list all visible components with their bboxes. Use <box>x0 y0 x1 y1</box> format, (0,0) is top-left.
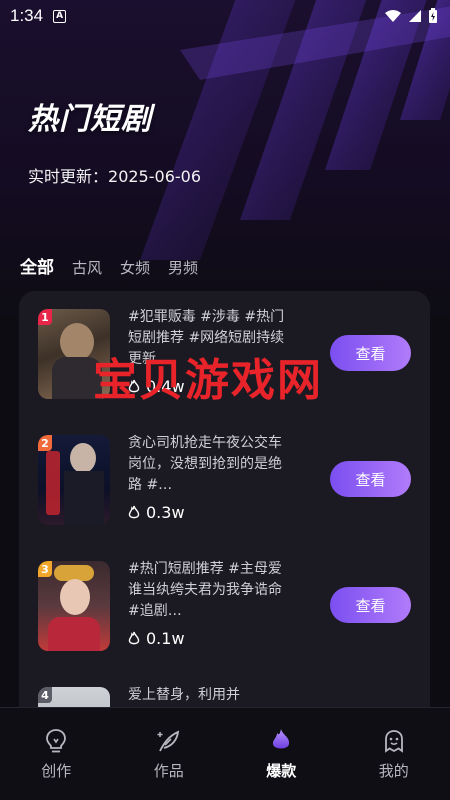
nav-label: 爆款 <box>266 762 297 780</box>
heat-count: 0.3w <box>128 503 185 522</box>
nav-label: 创作 <box>41 762 72 780</box>
page-title: 热门短剧 <box>28 102 152 137</box>
update-label: 实时更新： <box>28 167 109 186</box>
thumbnail-figure <box>64 471 104 525</box>
bulb-icon <box>46 729 67 753</box>
thumbnail-face <box>60 579 90 615</box>
tab-female[interactable]: 女频 <box>120 257 150 278</box>
nav-item-works[interactable]: 作品 <box>113 708 226 800</box>
update-info: 实时更新：2025-06-06 <box>28 163 201 187</box>
category-tabs: 全部 古风 女频 男频 <box>20 253 198 278</box>
list-item[interactable]: 3 #热门短剧推荐 #主母爱谁当纨绔夫君为我争诰命 #追剧… 0.1w 查看 <box>19 543 430 669</box>
nav-item-mine[interactable]: 我的 <box>338 708 450 800</box>
tab-ancient[interactable]: 古风 <box>72 257 102 278</box>
bottom-nav: 创作 作品 爆款 我的 <box>0 707 450 800</box>
status-time: 1:34 <box>10 6 44 25</box>
list-item[interactable]: 2 贪心司机抢走午夜公交车岗位，没想到抢到的是绝路 #… 0.3w 查看 <box>19 417 430 543</box>
view-button[interactable]: 查看 <box>330 461 411 497</box>
rank-badge: 4 <box>38 687 52 703</box>
drama-description: 贪心司机抢走午夜公交车岗位，没想到抢到的是绝路 #… <box>128 435 282 493</box>
rank-badge: 2 <box>38 435 52 451</box>
thumbnail-face <box>70 443 96 473</box>
battery-icon <box>429 8 437 23</box>
app-notification-icon: A <box>53 9 67 23</box>
feather-icon <box>157 730 179 752</box>
rank-badge: 3 <box>38 561 52 577</box>
drama-description: #热门短剧推荐 #主母爱谁当纨绔夫君为我争诰命 #追剧… <box>128 561 282 619</box>
heat-value: 0.1w <box>146 629 185 648</box>
heat-value: 0.3w <box>146 503 185 522</box>
flame-icon <box>273 729 290 749</box>
drama-thumbnail[interactable]: 2 <box>38 435 110 525</box>
thumbnail-figure <box>48 617 100 651</box>
nav-label: 我的 <box>378 762 409 780</box>
view-button[interactable]: 查看 <box>330 587 411 623</box>
stripes-decoration <box>140 0 450 260</box>
heat-count: 0.1w <box>128 629 185 648</box>
nav-item-hot[interactable]: 爆款 <box>225 708 338 800</box>
view-button[interactable]: 查看 <box>330 335 411 371</box>
wifi-icon <box>385 10 401 22</box>
ghost-icon <box>384 730 403 753</box>
signal-icon <box>409 10 421 22</box>
nav-item-create[interactable]: 创作 <box>0 708 113 800</box>
tab-all[interactable]: 全部 <box>20 253 54 278</box>
flame-outline-icon <box>128 631 140 645</box>
thumbnail-face <box>60 323 94 361</box>
tab-male[interactable]: 男频 <box>168 257 198 278</box>
drama-thumbnail[interactable]: 3 <box>38 561 110 651</box>
status-bar: 1:34 A <box>0 0 450 32</box>
thumbnail-title-art <box>46 451 60 515</box>
update-date: 2025-06-06 <box>108 167 201 186</box>
flame-outline-icon <box>128 505 140 519</box>
nav-label: 作品 <box>153 762 184 780</box>
status-icons <box>384 8 438 24</box>
rank-badge: 1 <box>38 309 52 325</box>
watermark-text: 宝贝游戏网 <box>93 355 323 406</box>
